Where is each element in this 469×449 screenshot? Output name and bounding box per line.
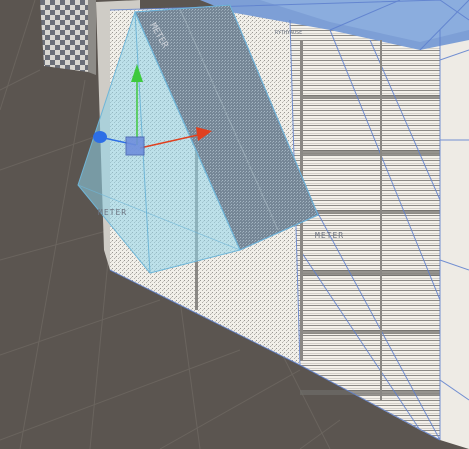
texture-label-left: METER [98,208,127,217]
scene-canvas[interactable]: METER METER METER RYTHYAUSE [0,0,469,449]
z-axis-handle[interactable] [93,131,107,143]
background-block [40,0,96,75]
texture-label-small: RYTHYAUSE [275,30,302,36]
texture-label-mid: METER [315,231,344,240]
scene-viewport[interactable]: METER METER METER RYTHYAUSE [0,0,469,449]
gizmo-center-handle[interactable] [125,136,145,156]
